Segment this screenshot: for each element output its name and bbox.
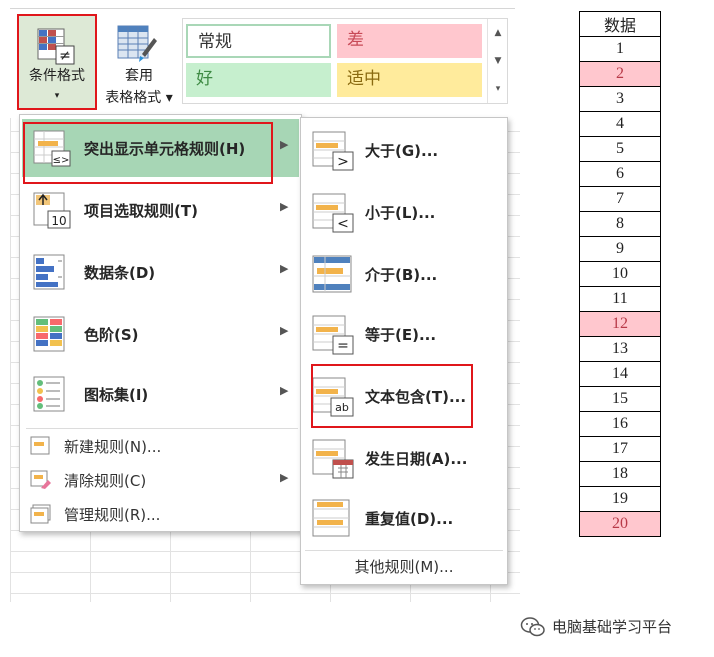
submenu-item-label: 大于(G)... <box>365 142 439 160</box>
data-cell[interactable]: 4 <box>579 111 661 137</box>
menu-item-label: 新建规则(N)... <box>64 438 162 456</box>
menu-item-color-scales[interactable]: 色阶(S) ▶ <box>22 305 299 363</box>
submenu-item-label: 重复值(D)... <box>365 510 454 528</box>
submenu-item-label: 小于(L)... <box>365 204 436 222</box>
data-cell[interactable]: 8 <box>579 211 661 237</box>
menu-item-label: 清除规则(C) <box>64 472 147 490</box>
data-cell[interactable]: 16 <box>579 411 661 437</box>
top-ten-number: 10 <box>51 214 66 228</box>
format-as-table-icon <box>117 25 157 62</box>
menu-item-label: 数据条(D) <box>84 264 156 282</box>
less-than-symbol: < <box>337 216 349 232</box>
data-cell[interactable]: 13 <box>579 336 661 362</box>
menu-item-label: 色阶(S) <box>84 326 139 344</box>
menu-item-label: 图标集(I) <box>84 386 149 404</box>
equal-to-icon: = <box>312 315 354 355</box>
between-icon <box>312 255 352 293</box>
icon-sets-icon <box>33 376 65 412</box>
less-than-icon: < <box>312 193 354 233</box>
color-scales-icon <box>33 316 65 352</box>
manage-rules-icon <box>30 504 51 524</box>
conditional-formatting-icon: ≠ <box>37 28 75 65</box>
menu-item-new-rule[interactable]: 新建规则(N)... <box>22 430 299 462</box>
menu-item-data-bars[interactable]: 数据条(D) ▶ <box>22 243 299 301</box>
data-cell[interactable]: 17 <box>579 436 661 462</box>
greater-than-icon: > <box>312 131 354 171</box>
chevron-right-icon: ▶ <box>280 138 289 151</box>
watermark-text: 电脑基础学习平台 <box>552 618 673 636</box>
highlight-cells-rules-submenu: > 大于(G)... < 小于(L)... 介于(B)... = 等于(E)..… <box>300 117 508 585</box>
format-as-table-label-2: 表格格式 ▾ <box>105 90 173 106</box>
submenu-separator <box>305 550 503 551</box>
clear-rules-icon <box>30 470 51 489</box>
gallery-more-icon[interactable]: ▾ <box>488 75 508 103</box>
submenu-item-label: 介于(B)... <box>365 266 438 284</box>
data-cell[interactable]: 11 <box>579 286 661 312</box>
svg-text:≠: ≠ <box>59 48 71 64</box>
chevron-right-icon: ▶ <box>280 471 289 484</box>
wechat-logo-icon <box>520 617 545 637</box>
data-bars-icon <box>33 254 65 290</box>
submenu-item-equal-to[interactable]: = 等于(E)... <box>303 304 505 364</box>
chevron-right-icon: ▶ <box>280 384 289 397</box>
top-bottom-icon: 10 <box>33 192 71 229</box>
submenu-item-date-occurring[interactable]: 发生日期(A)... <box>303 428 505 488</box>
data-cell[interactable]: 12 <box>579 311 661 337</box>
data-cell[interactable]: 14 <box>579 361 661 387</box>
submenu-item-label: 等于(E)... <box>365 326 437 344</box>
chevron-down-icon: ▾ <box>54 91 60 101</box>
data-cell[interactable]: 9 <box>579 236 661 262</box>
equal-symbol: = <box>337 338 349 354</box>
highlight-annotation-frame <box>23 122 273 184</box>
submenu-item-duplicate-values[interactable]: 重复值(D)... <box>303 488 505 548</box>
format-as-table-button[interactable]: 套用 表格格式 ▾ <box>98 20 180 110</box>
menu-item-label: 管理规则(R)... <box>64 506 161 524</box>
data-column-table: 数据 1 2 3 4 5 6 7 8 9 10 11 12 13 14 15 16 17 18 19 20 <box>579 11 661 537</box>
style-bad[interactable]: 差 <box>337 24 482 58</box>
data-cell[interactable]: 3 <box>579 86 661 112</box>
data-cell[interactable]: 19 <box>579 486 661 512</box>
menu-item-clear-rules[interactable]: 清除规则(C) ▶ <box>22 464 299 496</box>
conditional-formatting-button[interactable]: ≠ 条件格式 ▾ <box>17 14 97 110</box>
submenu-item-other-rules[interactable]: 其他规则(M)... <box>301 556 507 577</box>
new-rule-icon <box>30 436 50 455</box>
menu-item-top-bottom-rules[interactable]: 10 项目选取规则(T) ▶ <box>22 181 299 239</box>
data-cell[interactable]: 15 <box>579 386 661 412</box>
chevron-right-icon: ▶ <box>280 324 289 337</box>
menu-separator <box>26 428 298 429</box>
data-cell[interactable]: 20 <box>579 511 661 537</box>
menu-item-label: 项目选取规则(T) <box>84 202 198 220</box>
scroll-down-icon[interactable]: ▼ <box>488 47 508 75</box>
menu-item-manage-rules[interactable]: 管理规则(R)... <box>22 498 299 530</box>
data-cell[interactable]: 5 <box>579 136 661 162</box>
cell-styles-gallery: 常规 差 好 适中 ▲ ▼ ▾ <box>182 18 508 104</box>
data-cell[interactable]: 2 <box>579 61 661 87</box>
style-normal[interactable]: 常规 <box>186 24 331 58</box>
data-cell[interactable]: 18 <box>579 461 661 487</box>
scroll-up-icon[interactable]: ▲ <box>488 19 508 47</box>
ribbon-divider <box>10 8 515 9</box>
submenu-item-greater-than[interactable]: > 大于(G)... <box>303 120 505 180</box>
data-column-header[interactable]: 数据 <box>579 11 661 37</box>
data-cell[interactable]: 6 <box>579 161 661 187</box>
data-cell[interactable]: 1 <box>579 36 661 62</box>
chevron-right-icon: ▶ <box>280 200 289 213</box>
conditional-formatting-label: 条件格式 <box>29 68 85 84</box>
gallery-scrollbar: ▲ ▼ ▾ <box>487 19 507 103</box>
chevron-right-icon: ▶ <box>280 262 289 275</box>
style-neutral[interactable]: 适中 <box>337 63 482 97</box>
submenu-item-label: 发生日期(A)... <box>365 450 468 468</box>
menu-item-icon-sets[interactable]: 图标集(I) ▶ <box>22 365 299 423</box>
submenu-item-less-than[interactable]: < 小于(L)... <box>303 182 505 242</box>
conditional-formatting-menu: ≤> 突出显示单元格规则(H) ▶ 10 项目选取规则(T) ▶ 数据条(D) … <box>19 114 302 532</box>
format-as-table-label: 套用 <box>125 68 153 84</box>
style-good[interactable]: 好 <box>186 63 331 97</box>
text-contains-annotation-frame <box>311 364 473 428</box>
data-cell[interactable]: 10 <box>579 261 661 287</box>
submenu-item-between[interactable]: 介于(B)... <box>303 244 505 304</box>
greater-than-symbol: > <box>337 154 349 170</box>
data-cell[interactable]: 7 <box>579 186 661 212</box>
date-occurring-icon <box>312 439 354 479</box>
duplicate-values-icon <box>312 499 350 537</box>
